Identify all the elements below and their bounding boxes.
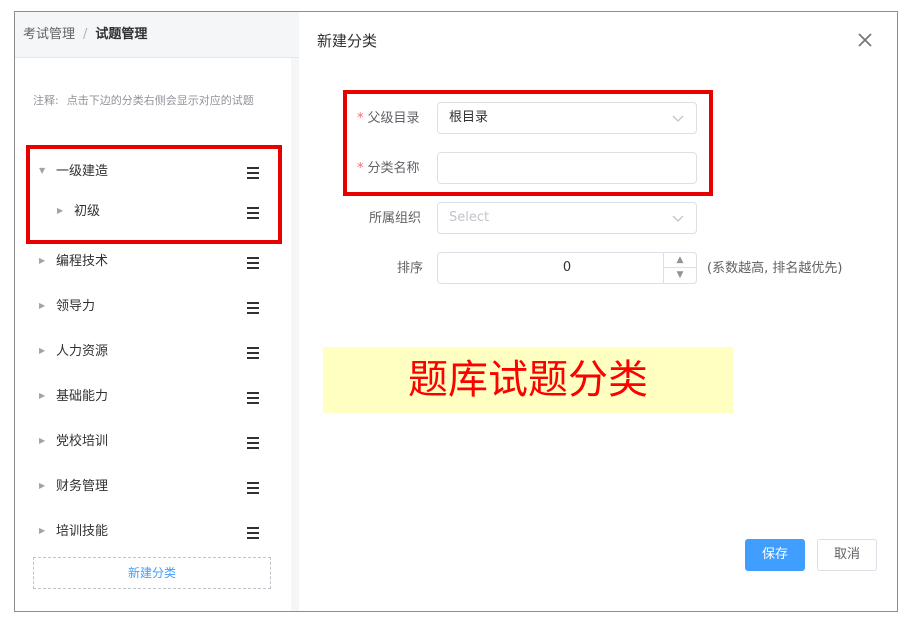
- menu-icon[interactable]: [247, 297, 261, 317]
- caret-right-icon[interactable]: ▶: [39, 256, 45, 266]
- caret-right-icon[interactable]: ▶: [39, 526, 45, 536]
- decrease-button[interactable]: ▼: [664, 268, 696, 283]
- sort-label: 排序: [397, 261, 424, 276]
- dialog-title: 新建分类: [317, 32, 378, 50]
- tree-item-label: 培训技能: [56, 524, 109, 539]
- sort-value: 0: [562, 260, 572, 275]
- tree-item[interactable]: ▶ 党校培训: [15, 422, 291, 462]
- menu-icon[interactable]: [247, 387, 261, 407]
- breadcrumb-separator: /: [83, 27, 88, 42]
- tree-item[interactable]: ▶ 财务管理: [15, 467, 291, 507]
- tree-item[interactable]: ▶ 领导力: [15, 287, 291, 327]
- tree-item-label: 人力资源: [56, 344, 109, 359]
- highlight-box-tree: [26, 145, 282, 244]
- organization-select[interactable]: Select: [437, 202, 697, 234]
- instruction-note: 注释: 点击下边的分类右侧会显示对应的试题: [33, 90, 273, 111]
- breadcrumb-question-management: 试题管理: [95, 27, 148, 42]
- note-text: 点击下边的分类右侧会显示对应的试题: [66, 94, 254, 107]
- category-panel: 考试管理 / 试题管理 注释: 点击下边的分类右侧会显示对应的试题 ▼ 一级建造 ▶ 初级 ▶…: [15, 12, 299, 611]
- caret-right-icon[interactable]: ▶: [39, 346, 45, 356]
- save-button[interactable]: 保存: [745, 539, 805, 571]
- caret-right-icon[interactable]: ▶: [39, 436, 45, 446]
- tree-item-label: 财务管理: [56, 479, 109, 494]
- caret-right-icon[interactable]: ▶: [39, 481, 45, 491]
- caret-right-icon[interactable]: ▶: [39, 391, 45, 401]
- organization-placeholder: Select: [449, 210, 490, 225]
- app-frame: 考试管理 / 试题管理 注释: 点击下边的分类右侧会显示对应的试题 ▼ 一级建造 ▶ 初级 ▶…: [14, 11, 898, 612]
- breadcrumb-exam-management[interactable]: 考试管理: [23, 27, 75, 42]
- tree-item-label: 基础能力: [56, 389, 109, 404]
- menu-icon[interactable]: [247, 252, 261, 272]
- tree-item[interactable]: ▶ 人力资源: [15, 332, 291, 372]
- highlight-box-form: [343, 90, 713, 196]
- menu-icon[interactable]: [247, 477, 261, 497]
- tree-item-label: 编程技术: [56, 254, 109, 269]
- cancel-button[interactable]: 取消: [817, 539, 877, 571]
- tree-item-label: 领导力: [56, 299, 96, 314]
- chevron-down-icon: [672, 215, 684, 222]
- tree-item[interactable]: ▶ 编程技术: [15, 242, 291, 282]
- annotation-banner: 题库试题分类: [323, 347, 733, 413]
- increase-button[interactable]: ▲: [664, 253, 696, 268]
- sort-hint: (系数越高, 排名越优先): [707, 261, 843, 276]
- close-icon[interactable]: [853, 28, 877, 52]
- menu-icon[interactable]: [247, 522, 261, 542]
- tree-item-label: 党校培训: [56, 434, 109, 449]
- note-label: 注释:: [33, 94, 59, 107]
- breadcrumb: 考试管理 / 试题管理: [23, 27, 147, 43]
- new-category-dialog: 新建分类 *父级目录 根目录 *分类名称 所属组织 Select 排序 0: [301, 12, 897, 611]
- tree-item[interactable]: ▶ 培训技能: [15, 512, 291, 552]
- scrollbar-track[interactable]: [291, 58, 299, 611]
- menu-icon[interactable]: [247, 342, 261, 362]
- tree-item[interactable]: ▶ 基础能力: [15, 377, 291, 417]
- organization-label: 所属组织: [369, 211, 422, 226]
- sort-stepper[interactable]: 0 ▲ ▼: [437, 252, 697, 284]
- caret-right-icon[interactable]: ▶: [39, 301, 45, 311]
- panel-header: 考试管理 / 试题管理: [15, 12, 299, 58]
- menu-icon[interactable]: [247, 432, 261, 452]
- stepper-buttons: ▲ ▼: [663, 253, 696, 283]
- add-category-button[interactable]: 新建分类: [33, 557, 271, 589]
